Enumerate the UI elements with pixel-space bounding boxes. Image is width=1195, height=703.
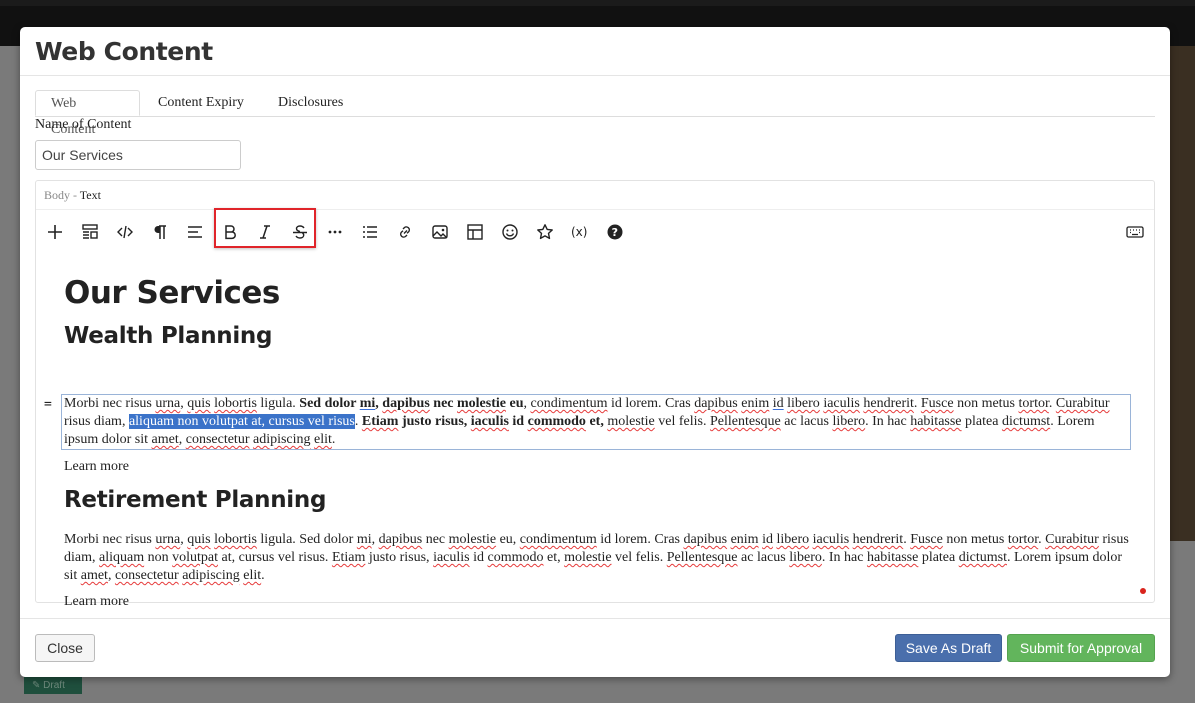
- tab-content-expiry[interactable]: Content Expiry: [143, 90, 259, 116]
- paragraph-icon[interactable]: [146, 218, 174, 246]
- save-as-draft-button[interactable]: Save As Draft: [895, 634, 1002, 662]
- formatting-highlight-box: [214, 208, 316, 248]
- tab-bar: Web Content Content Expiry Disclosures: [35, 90, 1155, 137]
- body-label: Body - Text: [44, 188, 101, 203]
- image-icon[interactable]: [426, 218, 454, 246]
- keyboard-icon[interactable]: [1121, 218, 1149, 246]
- align-left-icon[interactable]: [181, 218, 209, 246]
- body-label-type: Text: [79, 188, 101, 202]
- block-drag-handle[interactable]: =: [44, 397, 52, 412]
- retirement-paragraph[interactable]: Morbi nec risus urna, quis lobortis ligu…: [64, 531, 1130, 585]
- link-icon[interactable]: [391, 218, 419, 246]
- star-icon[interactable]: [531, 218, 559, 246]
- learn-more-wealth[interactable]: Learn more: [64, 459, 129, 475]
- body-editor: Body - Text (x) ? Our Services Wealth Pl…: [35, 180, 1155, 609]
- modal-title: Web Content: [35, 37, 213, 66]
- plus-icon[interactable]: [41, 218, 69, 246]
- emoji-icon[interactable]: [496, 218, 524, 246]
- svg-text:?: ?: [612, 226, 618, 239]
- wealth-paragraph[interactable]: Morbi nec risus urna, quis lobortis ligu…: [61, 394, 1131, 450]
- svg-text:(x): (x): [571, 225, 587, 239]
- name-of-content-label: Name of Content: [35, 117, 132, 132]
- backdrop-draft-badge: ✎ Draft: [24, 677, 82, 694]
- close-button[interactable]: Close: [35, 634, 95, 662]
- more-icon[interactable]: [321, 218, 349, 246]
- status-dot: [1140, 588, 1146, 594]
- help-icon[interactable]: ?: [601, 218, 629, 246]
- template-icon[interactable]: [76, 218, 104, 246]
- modal-header: Web Content: [20, 27, 1170, 76]
- code-icon[interactable]: [111, 218, 139, 246]
- submit-for-approval-button[interactable]: Submit for Approval: [1007, 634, 1155, 662]
- tab-disclosures[interactable]: Disclosures: [263, 90, 358, 116]
- footer-divider: [20, 618, 1170, 619]
- list-icon[interactable]: [356, 218, 384, 246]
- name-of-content-input[interactable]: Our Services: [35, 140, 241, 170]
- variable-icon[interactable]: (x): [566, 218, 594, 246]
- learn-more-retirement[interactable]: Learn more: [64, 594, 129, 610]
- web-content-modal: Web Content Web Content Content Expiry D…: [20, 27, 1170, 677]
- body-label-prefix: Body -: [44, 188, 77, 202]
- backdrop-badge-label: Draft: [43, 680, 65, 691]
- tab-web-content[interactable]: Web Content: [35, 90, 140, 137]
- section-heading-wealth: Wealth Planning: [64, 323, 273, 349]
- toolbar-divider: [36, 209, 1154, 210]
- page-heading: Our Services: [64, 275, 280, 311]
- table-icon[interactable]: [461, 218, 489, 246]
- section-heading-retirement: Retirement Planning: [64, 487, 327, 513]
